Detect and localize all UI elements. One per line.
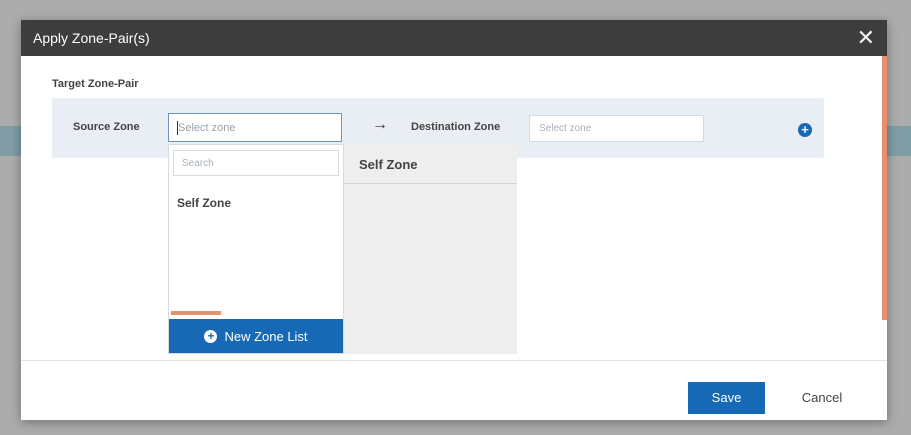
new-zone-list-label: New Zone List bbox=[224, 328, 308, 344]
zone-list-item-label: Self Zone bbox=[359, 157, 418, 172]
arrow-right-icon: → bbox=[372, 116, 388, 133]
zone-list-panel: Self Zone bbox=[344, 144, 517, 354]
destination-zone-select[interactable]: Select zone bbox=[529, 115, 704, 142]
close-icon[interactable]: ✕ bbox=[857, 27, 875, 49]
dialog-header: Apply Zone-Pair(s) ✕ bbox=[21, 20, 887, 56]
save-button[interactable]: Save bbox=[688, 382, 765, 414]
footer-divider bbox=[21, 360, 887, 361]
source-zone-dropdown: Search Self Zone + New Zone List bbox=[168, 144, 344, 354]
cancel-button[interactable]: Cancel bbox=[791, 382, 853, 414]
dropdown-option-self-zone[interactable]: Self Zone bbox=[177, 196, 231, 210]
section-label: Target Zone-Pair bbox=[52, 78, 139, 90]
new-zone-list-button[interactable]: + New Zone List bbox=[169, 319, 343, 353]
source-zone-select[interactable]: Select zone bbox=[168, 113, 342, 142]
plus-circle-icon: + bbox=[204, 329, 218, 343]
source-zone-label: Source Zone bbox=[73, 121, 140, 133]
plus-circle-icon[interactable]: + bbox=[798, 123, 812, 137]
dialog-scrollbar[interactable] bbox=[882, 56, 887, 320]
dropdown-search-input[interactable]: Search bbox=[173, 150, 339, 176]
dialog-title: Apply Zone-Pair(s) bbox=[33, 30, 150, 46]
source-zone-placeholder: Select zone bbox=[178, 122, 236, 134]
zone-list-item[interactable]: Self Zone bbox=[344, 144, 517, 184]
destination-zone-label: Destination Zone bbox=[411, 121, 501, 133]
dropdown-scrollbar[interactable] bbox=[171, 311, 221, 315]
dropdown-search-placeholder: Search bbox=[182, 158, 214, 169]
destination-zone-placeholder: Select zone bbox=[539, 123, 592, 134]
apply-zone-pair-dialog: Apply Zone-Pair(s) ✕ Target Zone-Pair So… bbox=[21, 20, 887, 420]
